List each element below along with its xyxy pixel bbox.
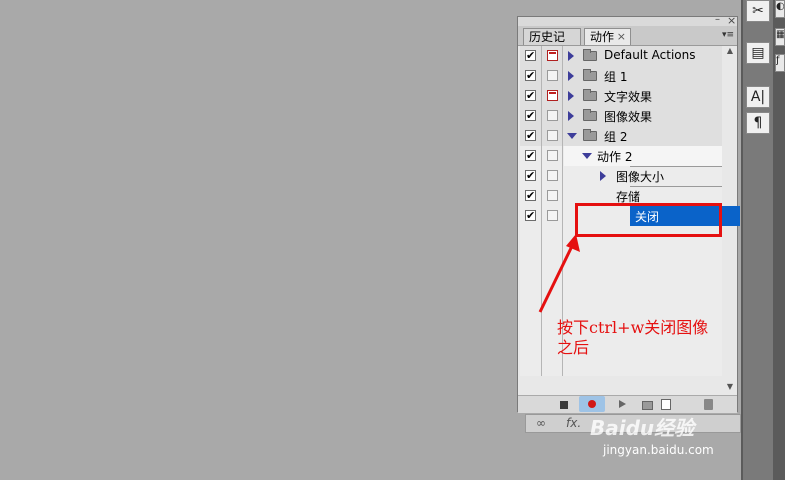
scroll-down-icon[interactable]: ▼ xyxy=(724,382,736,394)
dialog-toggle-icon[interactable] xyxy=(547,150,558,161)
dialog-toggle-icon[interactable] xyxy=(547,190,558,201)
fx-dock-icon[interactable]: ƒ xyxy=(775,54,785,72)
new-set-icon[interactable] xyxy=(642,401,653,410)
character-icon[interactable]: A| xyxy=(746,86,770,108)
set-label: 图像效果 xyxy=(604,110,653,124)
expand-triangle-icon[interactable] xyxy=(568,71,574,81)
tab-history[interactable]: 历史记录 xyxy=(523,28,581,60)
dialog-toggle-icon[interactable] xyxy=(547,210,558,221)
dialog-toggle-icon[interactable] xyxy=(547,50,558,61)
minimize-icon[interactable]: – xyxy=(715,14,720,25)
panel-menu-icon[interactable]: ▾≡ xyxy=(722,30,734,40)
list-item[interactable]: ✔ 动作 2 xyxy=(520,146,722,166)
dock-icon[interactable]: ◐ xyxy=(775,0,785,18)
list-item[interactable]: ✔ 图像大小 xyxy=(520,166,722,186)
link-icon[interactable]: ∞ xyxy=(536,416,546,430)
toggle-checkbox[interactable]: ✔ xyxy=(525,170,536,181)
set-label: 文字效果 xyxy=(604,90,653,104)
folder-icon xyxy=(583,89,597,101)
list-item[interactable]: ✔ 文字效果 xyxy=(520,86,722,106)
toggle-checkbox[interactable]: ✔ xyxy=(525,50,536,61)
tab-close-icon[interactable]: × xyxy=(617,29,626,45)
scroll-up-icon[interactable]: ▲ xyxy=(724,46,736,58)
folder-icon xyxy=(583,109,597,121)
command-label: 图像大小 xyxy=(616,170,665,184)
dialog-toggle-icon[interactable] xyxy=(547,130,558,141)
expand-triangle-icon[interactable] xyxy=(600,171,606,181)
toggle-checkbox[interactable]: ✔ xyxy=(525,130,536,141)
list-item[interactable]: ✔ Default Actions xyxy=(520,46,722,66)
toggle-checkbox[interactable]: ✔ xyxy=(525,110,536,121)
action-label: 动作 2 xyxy=(597,150,633,164)
play-icon[interactable] xyxy=(619,400,626,408)
toggle-checkbox[interactable]: ✔ xyxy=(525,90,536,101)
annotation-arrow-icon xyxy=(538,234,580,313)
set-label: 组 2 xyxy=(604,130,628,144)
set-label: Default Actions xyxy=(604,48,696,62)
tab-actions[interactable]: 动作 × xyxy=(584,28,631,45)
dock-column xyxy=(743,0,773,480)
expand-triangle-icon[interactable] xyxy=(568,51,574,61)
fx-icon[interactable]: fx. xyxy=(566,416,581,430)
trash-icon[interactable] xyxy=(704,399,713,410)
folder-icon xyxy=(583,69,597,81)
panel-tabbar: 历史记录 动作 × ▾≡ xyxy=(518,26,737,60)
dialog-toggle-icon[interactable] xyxy=(547,110,558,121)
annotation-text: 按下ctrl+w关闭图像之后 xyxy=(557,318,709,357)
expand-triangle-icon[interactable] xyxy=(568,111,574,121)
folder-icon xyxy=(583,129,597,141)
expand-triangle-icon[interactable] xyxy=(568,91,574,101)
paragraph-icon[interactable]: ¶ xyxy=(746,112,770,134)
toggle-checkbox[interactable]: ✔ xyxy=(525,70,536,81)
text-icon[interactable]: ▤ xyxy=(746,42,770,64)
watermark-logo: Baidu经验 xyxy=(590,416,695,440)
actions-toolbar xyxy=(518,395,737,413)
watermark-url: jingyan.baidu.com xyxy=(603,443,714,457)
panel-title-strip: – × xyxy=(518,14,737,27)
new-action-icon[interactable] xyxy=(661,399,671,410)
toggle-checkbox[interactable]: ✔ xyxy=(525,210,536,221)
collapse-triangle-icon[interactable] xyxy=(567,133,577,139)
collapse-triangle-icon[interactable] xyxy=(582,153,592,159)
list-item[interactable]: ✔ 图像效果 xyxy=(520,106,722,126)
dock-icon[interactable]: ▦ xyxy=(775,28,785,46)
dialog-toggle-icon[interactable] xyxy=(547,170,558,181)
folder-icon xyxy=(583,49,597,61)
toggle-checkbox[interactable]: ✔ xyxy=(525,190,536,201)
toggle-checkbox[interactable]: ✔ xyxy=(525,150,536,161)
highlight-box xyxy=(575,203,722,237)
dialog-toggle-icon[interactable] xyxy=(547,70,558,81)
dialog-toggle-icon[interactable] xyxy=(547,90,558,101)
list-item[interactable]: ✔ 组 2 xyxy=(520,126,722,146)
record-icon[interactable] xyxy=(579,396,605,412)
tools-icon[interactable]: ✂ xyxy=(746,0,770,22)
list-item[interactable]: ✔ 组 1 xyxy=(520,66,722,86)
right-dock xyxy=(741,0,785,480)
set-label: 组 1 xyxy=(604,70,628,84)
stop-icon[interactable] xyxy=(560,401,568,409)
